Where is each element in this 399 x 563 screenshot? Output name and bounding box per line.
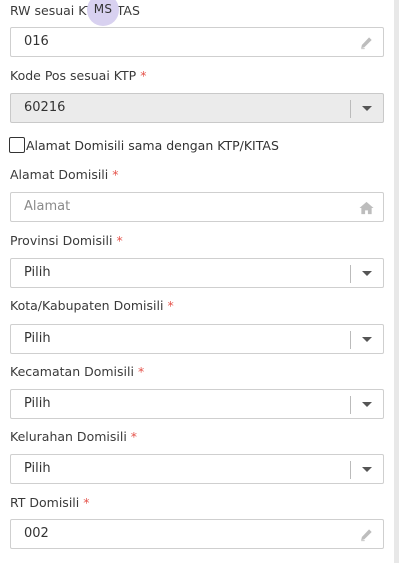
kecamatan-domisili-label-text: Kecamatan Domisili [10, 364, 134, 379]
required-marker: * [83, 495, 90, 510]
kecamatan-domisili-label: Kecamatan Domisili * [10, 364, 144, 379]
required-marker: * [112, 167, 119, 182]
kode-pos-select: 60216 [10, 93, 384, 123]
kode-pos-value: 60216 [24, 100, 66, 115]
chevron-down-icon[interactable] [362, 467, 372, 472]
rw-ktp-label: RW sesuai KTP/KITAS [10, 3, 140, 18]
kota-domisili-label-text: Kota/Kabupaten Domisili [10, 298, 164, 313]
rw-ktp-label-text: RW sesuai KTP/KITAS [10, 3, 140, 18]
pencil-icon [361, 529, 372, 542]
rw-ktp-input[interactable]: 016 [10, 27, 384, 57]
required-marker: * [167, 298, 174, 313]
alamat-domisili-input[interactable]: Alamat [10, 192, 384, 222]
kota-domisili-select[interactable]: Pilih [10, 324, 384, 354]
alamat-domisili-label: Alamat Domisili * [10, 167, 119, 182]
home-icon [359, 201, 374, 215]
alamat-domisili-placeholder: Alamat [24, 199, 71, 214]
provinsi-domisili-select[interactable]: Pilih [10, 258, 384, 288]
alamat-domisili-label-text: Alamat Domisili [10, 167, 109, 182]
rt-domisili-value: 002 [24, 526, 49, 541]
chevron-down-icon[interactable] [362, 271, 372, 276]
kecamatan-domisili-value: Pilih [24, 396, 51, 411]
kelurahan-domisili-value: Pilih [24, 461, 51, 476]
rt-domisili-input[interactable]: 002 [10, 519, 384, 549]
chevron-down-icon [362, 106, 372, 111]
rt-domisili-label: RT Domisili * [10, 495, 90, 510]
scrollbar[interactable] [394, 0, 399, 563]
chevron-down-icon[interactable] [362, 337, 372, 342]
required-marker: * [130, 429, 138, 444]
rw-ktp-value: 016 [24, 34, 49, 49]
kelurahan-domisili-label: Kelurahan Domisili * [10, 429, 137, 444]
form-panel: RW sesuai KTP/KITAS MS 016 Kode Pos sesu… [0, 0, 394, 563]
provinsi-domisili-value: Pilih [24, 265, 51, 280]
kelurahan-domisili-select[interactable]: Pilih [10, 454, 384, 484]
select-divider [350, 396, 351, 414]
provinsi-domisili-label: Provinsi Domisili * [10, 233, 123, 248]
select-divider [350, 461, 351, 479]
same-address-checkbox[interactable] [9, 137, 25, 153]
required-marker: * [116, 233, 123, 248]
provinsi-domisili-label-text: Provinsi Domisili [10, 233, 113, 248]
kota-domisili-value: Pilih [24, 331, 51, 346]
kota-domisili-label: Kota/Kabupaten Domisili * [10, 298, 174, 313]
rt-domisili-label-text: RT Domisili [10, 495, 80, 510]
select-divider [350, 331, 351, 349]
avatar[interactable]: MS [87, 0, 119, 26]
kelurahan-domisili-label-text: Kelurahan Domisili [10, 429, 127, 444]
kode-pos-label: Kode Pos sesuai KTP * [10, 68, 146, 83]
chevron-down-icon[interactable] [362, 402, 372, 407]
kode-pos-label-text: Kode Pos sesuai KTP [10, 68, 137, 83]
required-marker: * [137, 364, 145, 379]
same-address-label[interactable]: Alamat Domisili sama dengan KTP/KITAS [26, 138, 279, 153]
pencil-icon [361, 37, 372, 50]
required-marker: * [140, 68, 147, 83]
select-divider [350, 265, 351, 283]
select-divider [350, 100, 351, 118]
kecamatan-domisili-select[interactable]: Pilih [10, 389, 384, 419]
